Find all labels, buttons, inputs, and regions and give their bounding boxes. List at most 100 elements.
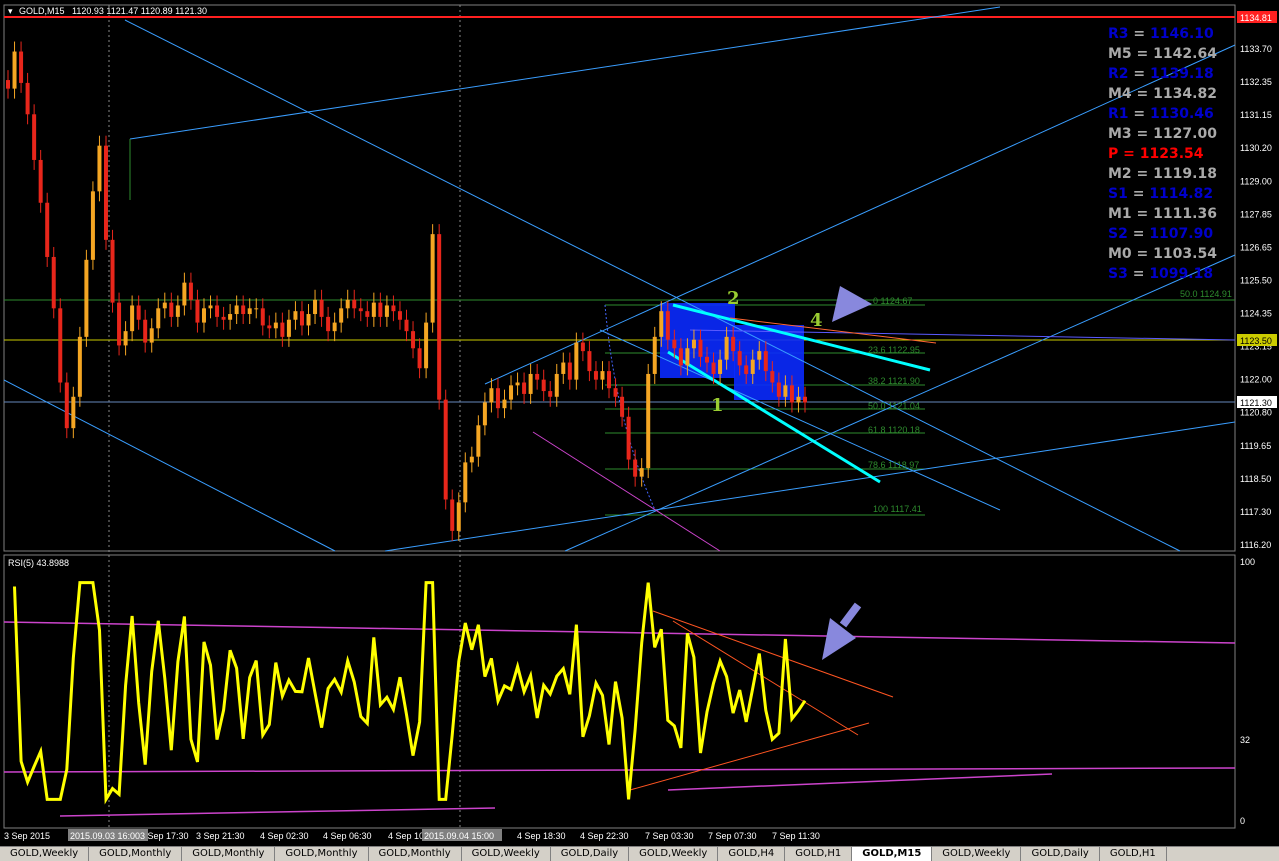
candle-body [286,319,291,337]
candle-body [580,342,585,352]
candle-body [705,356,710,363]
candle-body [6,80,10,89]
pivot-name: M4 [1108,86,1132,102]
candle-body [463,462,468,503]
candle-body [182,282,187,306]
candle-body [384,305,389,317]
chart-tab[interactable]: GOLD,Weekly [932,847,1022,861]
candle-body [123,331,128,346]
ohlc-label: 1120.93 1121.47 1120.89 1121.30 [72,6,207,16]
price-tick: 1120.80 [1240,408,1272,418]
candle-body [482,402,487,426]
pivot-value: 1139.18 [1150,66,1214,82]
price-axis: 1133.70 1132.35 1131.15 1130.20 1129.00 1127.… [1240,44,1272,550]
candle-body [711,362,716,374]
candle-body [770,371,775,383]
symbol-label: GOLD,M15 [19,6,65,16]
pivot-level: R1 = 1130.46 [1108,106,1214,122]
chart-tab[interactable]: GOLD,Weekly [462,847,551,861]
chart-tab[interactable]: GOLD,Monthly [275,847,369,861]
candle-body [12,51,17,89]
chart-tab[interactable]: GOLD,Daily [1021,847,1100,861]
candle-body [443,399,448,500]
chart-tab[interactable]: GOLD,H1 [1100,847,1167,861]
candle-body [195,299,200,323]
candle-body [515,382,520,386]
wave-label-4: 4 [810,310,823,331]
time-tick: 7 Sep 07:30 [708,831,757,841]
candle-body [25,82,30,115]
chart-tab[interactable]: GOLD,M15 [852,847,933,861]
candle-body [110,239,115,303]
candle-body [299,311,304,326]
candle-body [476,425,481,457]
candle-body [358,308,363,312]
chart-tab[interactable]: GOLD,Weekly [0,847,90,861]
candle-body [247,308,252,315]
candle-body [156,308,161,329]
candle-body [437,234,442,400]
pivot-equals: = [1128,26,1151,42]
candle-body [495,388,500,409]
pivot-name: M3 [1108,126,1132,142]
chart-tab[interactable]: GOLD,H4 [718,847,786,861]
candle-body [306,314,311,326]
pivot-level: S2 = 1107.90 [1108,226,1213,242]
candle-body [613,388,618,397]
candle-body [737,351,742,366]
pivot-level: M2 = 1119.18 [1108,166,1217,182]
pivot-equals: = [1131,86,1154,102]
pivot-equals: = [1131,126,1154,142]
pivot-level: M1 = 1111.36 [1108,206,1217,222]
chart-tab[interactable]: GOLD,Monthly [369,847,462,861]
candle-body [273,322,278,329]
pivot-value: 1134.82 [1153,86,1217,102]
pivot-name: M1 [1108,206,1132,222]
candle-body [319,299,324,317]
price-tick: 1129.00 [1240,176,1272,186]
price-tick: 1126.65 [1240,242,1272,252]
fib-label: 38.2 1121.90 [868,376,920,386]
chart-tab[interactable]: GOLD,H1 [785,847,853,861]
chart-tab[interactable]: GOLD,Daily [551,847,630,861]
candle-body [718,359,723,374]
time-tick: 2015.09.03 16:00 [70,831,140,841]
candle-body [757,351,762,360]
pivot-level: S3 = 1099.18 [1108,266,1213,282]
current-price-label: 1121.30 [1240,398,1272,408]
candle-body [561,362,566,374]
fib-label: 100 1117.41 [873,504,922,514]
candle-body [783,385,788,397]
pivot-equals: = [1127,266,1150,282]
candle-body [646,373,651,469]
candle-body [58,308,63,383]
candle-body [417,348,422,369]
symbol-caret[interactable]: ▾ [8,6,13,16]
candle-body [397,311,402,320]
chart-tab[interactable]: GOLD,Weekly [629,847,719,861]
candle-body [254,308,259,310]
price-tick: 1122.00 [1240,375,1272,385]
candle-body [600,371,605,380]
candle-body [97,145,102,192]
pivot-level: S1 = 1114.82 [1108,186,1213,202]
chart-canvas: 0 1124.67 23.6 1122.95 38.2 1121.90 50.0… [3,4,1277,841]
pivot-name: P [1108,146,1124,162]
candle-body [430,234,435,323]
price-tick: 1119.65 [1240,441,1271,451]
candle-body [221,316,226,320]
candle-body [776,382,781,397]
rectangle-zone[interactable] [660,303,735,378]
candle-body [502,399,507,409]
candle-body [371,302,376,317]
candle-body [136,305,141,320]
chart-tab[interactable]: GOLD,Monthly [89,847,183,861]
pivot-equals: = [1128,66,1151,82]
wave-label-2: 2 [727,288,740,309]
chart-tab[interactable]: GOLD,Monthly [182,847,276,861]
fib-label: 50.0 1124.91 [1180,289,1232,299]
candle-body [548,391,553,397]
candle-body [45,202,50,257]
candle-body [404,319,409,332]
candle-body [724,336,729,360]
